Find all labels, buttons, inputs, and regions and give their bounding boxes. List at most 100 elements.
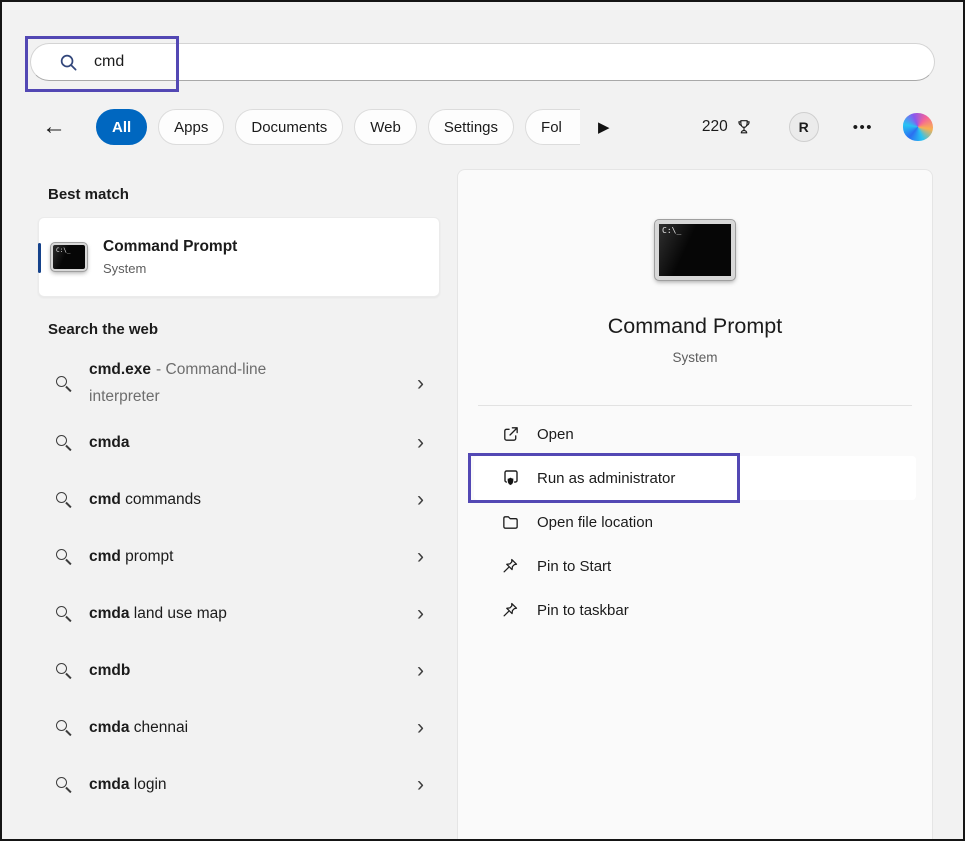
suggestion-text: cmda chennai xyxy=(89,714,188,741)
action-list: Open Run as administrator Open file loca… xyxy=(458,412,932,632)
chevron-right-icon[interactable]: › xyxy=(409,603,432,624)
action-label: Open file location xyxy=(537,513,653,531)
action-open[interactable]: Open xyxy=(474,412,916,456)
tab-label: Fol xyxy=(541,118,562,136)
terminal-prompt-text: C:\_ xyxy=(662,226,682,235)
action-label: Run as administrator xyxy=(537,469,676,487)
tab-label: Web xyxy=(370,118,401,136)
chevron-right-icon[interactable]: › xyxy=(409,660,432,681)
web-suggestion[interactable]: cmd commands › xyxy=(38,471,440,528)
search-icon xyxy=(56,492,67,504)
suggestion-rest: land use map xyxy=(129,605,227,623)
search-icon xyxy=(56,663,67,675)
suggestion-query: cmda xyxy=(89,719,130,737)
tab-folders-truncated[interactable]: Fol xyxy=(525,109,581,145)
best-match-title: Command Prompt xyxy=(103,238,238,255)
suggestion-text: cmda xyxy=(89,429,130,456)
windows-search-window: { "colors": { "accent_blue": "#0067c0", … xyxy=(0,0,965,841)
search-icon xyxy=(56,777,67,789)
action-pin-to-start[interactable]: Pin to Start xyxy=(474,544,916,588)
action-label: Pin to taskbar xyxy=(537,601,629,619)
tab-web[interactable]: Web xyxy=(354,109,417,145)
suggestion-query: cmda xyxy=(89,776,130,794)
suggestion-text: cmd commands xyxy=(89,486,201,513)
topbar-right-group: 220 R ••• xyxy=(702,112,933,142)
command-prompt-icon-large: C:\_ xyxy=(654,219,736,281)
best-match-text: Command Prompt System xyxy=(103,238,237,276)
suggestion-query: cmd xyxy=(89,491,121,509)
web-suggestion[interactable]: cmda chennai › xyxy=(38,699,440,756)
tab-documents[interactable]: Documents xyxy=(235,109,344,145)
suggestion-query: cmda xyxy=(89,434,130,452)
best-match-item[interactable]: C:\_ Command Prompt System xyxy=(38,217,440,297)
action-open-file-location[interactable]: Open file location xyxy=(474,500,916,544)
app-title: Command Prompt xyxy=(607,314,783,338)
tab-all[interactable]: All xyxy=(96,109,148,145)
action-run-as-administrator[interactable]: Run as administrator xyxy=(468,453,916,503)
tab-label: Documents xyxy=(251,118,328,136)
app-hero: C:\_ Command Prompt System xyxy=(458,170,932,365)
back-arrow-icon[interactable]: ← xyxy=(42,115,66,139)
chevron-right-icon[interactable]: › xyxy=(409,546,432,567)
admin-shield-icon xyxy=(500,468,520,488)
chevron-right-icon[interactable]: › xyxy=(409,774,432,795)
chevron-right-icon[interactable]: › xyxy=(409,373,432,394)
suggestion-query: cmda xyxy=(89,605,130,623)
suggestion-query: cmd xyxy=(89,548,121,566)
web-suggestion[interactable]: cmda login › xyxy=(38,756,440,813)
chevron-right-icon[interactable]: › xyxy=(409,717,432,738)
filter-bar: ← All Apps Documents Web Settings Fol ▶ … xyxy=(42,106,933,148)
avatar[interactable]: R xyxy=(788,112,819,142)
open-external-icon xyxy=(500,424,520,444)
more-options-icon[interactable]: ••• xyxy=(853,119,873,136)
suggestion-rest: commands xyxy=(120,491,201,509)
tab-label: Apps xyxy=(174,118,209,136)
tab-label: Settings xyxy=(443,118,499,136)
rewards-points: 220 xyxy=(701,118,728,135)
rewards-trophy-icon xyxy=(738,120,750,134)
web-suggestion-list: cmd.exe - Command-line interpreter › cmda… xyxy=(38,352,440,813)
command-prompt-icon: C:\_ xyxy=(50,242,88,272)
results-column: Best match C:\_ Command Prompt System Se… xyxy=(38,162,440,839)
web-suggestion[interactable]: cmd.exe - Command-line interpreter › xyxy=(38,352,440,414)
search-web-heading: Search the web xyxy=(48,321,159,338)
search-icon xyxy=(56,375,67,387)
web-suggestion[interactable]: cmda › xyxy=(38,414,440,471)
app-subtitle: System xyxy=(672,350,718,365)
rewards-badge[interactable]: 220 xyxy=(702,118,753,136)
action-label: Pin to Start xyxy=(537,557,612,575)
web-suggestion[interactable]: cmda land use map › xyxy=(38,585,440,642)
best-match-subtitle: System xyxy=(103,261,147,276)
tab-settings[interactable]: Settings xyxy=(427,109,515,145)
pin-icon xyxy=(500,556,520,576)
tab-apps[interactable]: Apps xyxy=(158,109,225,145)
chevron-right-icon[interactable]: › xyxy=(409,489,432,510)
pin-icon xyxy=(500,600,520,620)
suggestion-text: cmda login xyxy=(89,771,167,798)
best-match-heading: Best match xyxy=(48,186,129,203)
play-icon[interactable]: ▶ xyxy=(598,118,610,136)
web-suggestion[interactable]: cmdb › xyxy=(38,642,440,699)
suggestion-rest: chennai xyxy=(129,719,189,737)
copilot-icon[interactable] xyxy=(903,113,933,141)
folder-icon xyxy=(500,512,520,532)
chevron-right-icon[interactable]: › xyxy=(409,432,432,453)
terminal-prompt-text: C:\_ xyxy=(56,247,71,254)
web-suggestion[interactable]: cmd prompt › xyxy=(38,528,440,585)
action-label: Open xyxy=(537,425,574,443)
tab-label: All xyxy=(112,118,132,136)
avatar-initial: R xyxy=(798,119,809,135)
suggestion-text: cmd prompt xyxy=(89,543,173,570)
suggestion-text: cmda land use map xyxy=(89,600,227,627)
suggestion-text: cmd.exe - Command-line interpreter xyxy=(89,356,334,410)
suggestion-rest: prompt xyxy=(120,548,174,566)
search-input[interactable] xyxy=(92,52,792,72)
suggestion-rest: login xyxy=(129,776,167,794)
suggestion-query: cmdb xyxy=(89,662,131,680)
search-bar[interactable] xyxy=(25,36,935,92)
action-pin-to-taskbar[interactable]: Pin to taskbar xyxy=(474,588,916,632)
search-icon xyxy=(56,720,67,732)
divider xyxy=(478,405,912,406)
preview-panel: C:\_ Command Prompt System Open Run as a… xyxy=(457,169,933,839)
search-icon xyxy=(60,54,77,70)
